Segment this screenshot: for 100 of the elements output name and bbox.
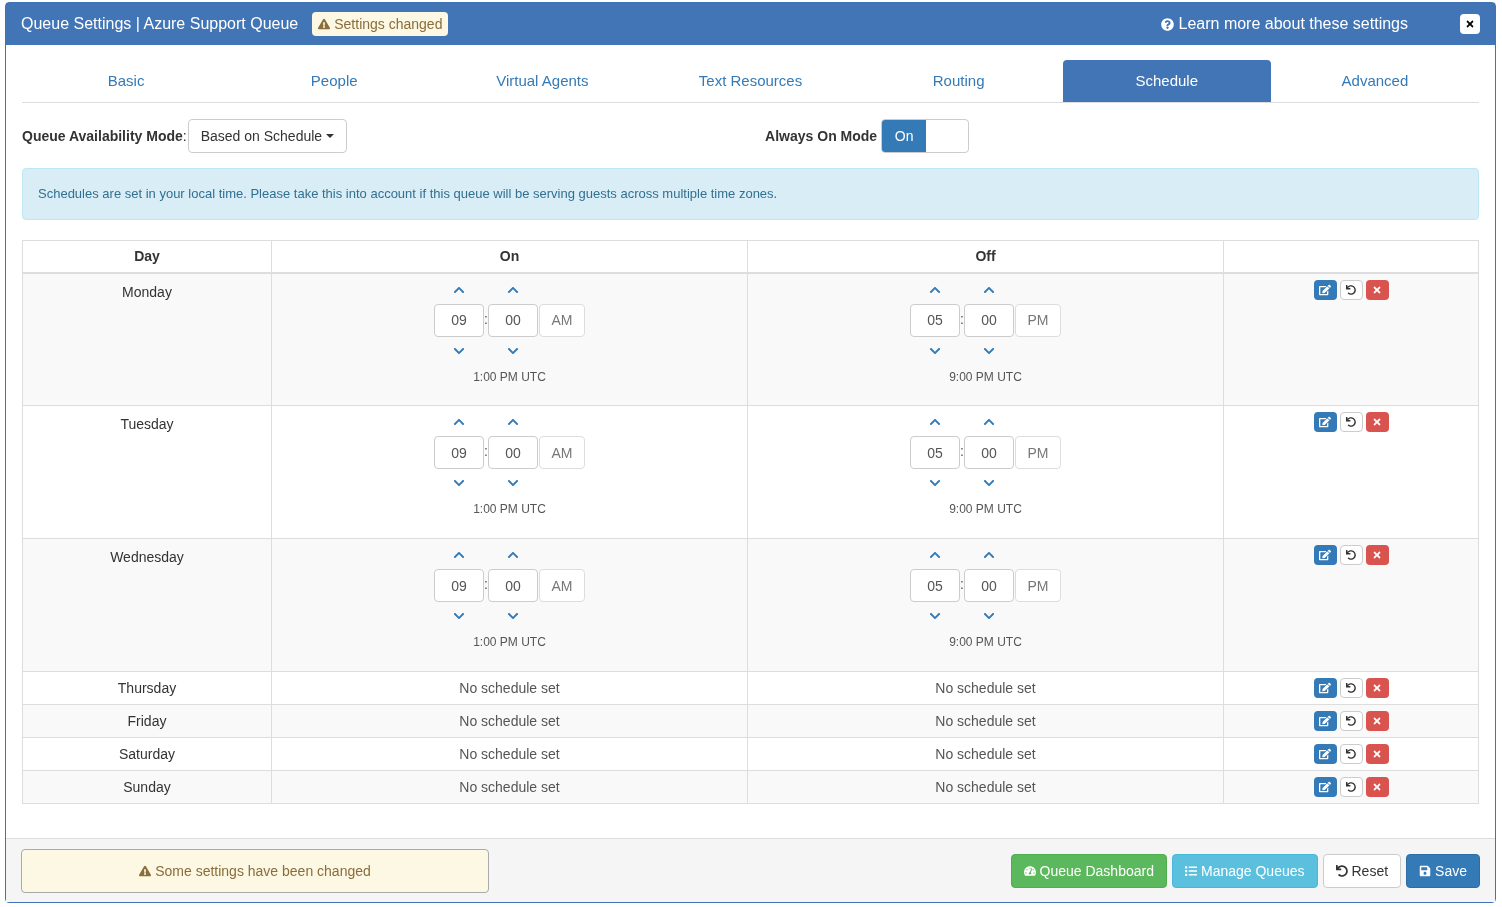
- save-button[interactable]: Save: [1406, 853, 1480, 888]
- edit-button[interactable]: [1313, 744, 1337, 764]
- reset-row-button[interactable]: [1339, 545, 1363, 565]
- chevron-down-icon: [507, 610, 519, 622]
- delete-button[interactable]: [1365, 678, 1389, 698]
- hour-field[interactable]: 09: [434, 436, 484, 469]
- reset-row-button[interactable]: [1339, 777, 1363, 797]
- period-toggle[interactable]: PM: [1015, 569, 1061, 602]
- always-on-label: Always On Mode: [765, 127, 878, 146]
- tab[interactable]: People: [230, 60, 439, 102]
- day-cell: Thursday: [22, 671, 272, 705]
- on-time-cell: No schedule set: [271, 671, 748, 705]
- column-header: On: [271, 240, 748, 273]
- utc-time: 1:00 PM UTC: [473, 368, 546, 385]
- off-time-cell: No schedule set: [747, 770, 1224, 804]
- day-cell: Monday: [22, 272, 272, 406]
- help-link[interactable]: Learn more about these settings: [1160, 12, 1408, 36]
- always-on-toggle[interactable]: On: [881, 119, 970, 153]
- close-icon: [1372, 284, 1382, 295]
- day-cell: Sunday: [22, 770, 272, 804]
- chevron-up-icon: [507, 416, 519, 428]
- reset-row-button[interactable]: [1339, 744, 1363, 764]
- tab[interactable]: Advanced: [1270, 60, 1479, 102]
- time-separator: :: [484, 310, 488, 327]
- off-time-cell: No schedule set: [747, 671, 1224, 705]
- delete-button[interactable]: [1365, 777, 1389, 797]
- period-toggle[interactable]: AM: [539, 303, 585, 337]
- edit-icon: [1319, 715, 1331, 727]
- tab[interactable]: Routing: [854, 60, 1063, 102]
- tab[interactable]: Virtual Agents: [438, 60, 647, 102]
- hour-field[interactable]: 05: [910, 436, 960, 469]
- chevron-up-icon: [929, 416, 941, 428]
- warning-text: Some settings have been changed: [155, 861, 371, 881]
- reset-row-button[interactable]: [1339, 678, 1363, 698]
- chevron-up-icon: [929, 549, 941, 561]
- undo-icon: [1346, 749, 1356, 759]
- chevron-down-icon: [983, 477, 995, 489]
- delete-button[interactable]: [1365, 279, 1389, 300]
- hour-field[interactable]: 09: [434, 303, 484, 337]
- availability-mode-label: Queue Availability Mode: [22, 127, 183, 146]
- period-toggle[interactable]: PM: [1015, 436, 1061, 469]
- off-time-cell: No schedule set: [747, 704, 1224, 738]
- edit-button[interactable]: [1313, 412, 1337, 432]
- reset-row-button[interactable]: [1339, 711, 1363, 731]
- minute-field[interactable]: 00: [964, 569, 1014, 602]
- edit-button[interactable]: [1313, 777, 1337, 797]
- close-icon: [1372, 417, 1382, 427]
- on-time-cell: No schedule set: [271, 704, 748, 738]
- time-separator: :: [960, 443, 964, 459]
- delete-button[interactable]: [1365, 412, 1389, 432]
- chevron-up-icon: [983, 416, 995, 428]
- delete-button[interactable]: [1365, 711, 1389, 731]
- period-toggle[interactable]: PM: [1015, 303, 1061, 337]
- on-time-cell: No schedule set: [271, 737, 748, 771]
- close-button[interactable]: [1460, 14, 1480, 34]
- chevron-down-icon: [983, 610, 995, 622]
- reset-row-button[interactable]: [1339, 279, 1363, 300]
- undo-icon: [1346, 284, 1356, 295]
- edit-icon: [1319, 549, 1331, 561]
- hour-field[interactable]: 05: [910, 569, 960, 602]
- utc-time: 1:00 PM UTC: [473, 634, 546, 650]
- chevron-down-icon: [453, 477, 465, 489]
- off-time-cell: No schedule set: [747, 737, 1224, 771]
- time-separator: :: [484, 443, 488, 459]
- tab[interactable]: Schedule: [1062, 60, 1271, 102]
- time-separator: :: [484, 576, 488, 592]
- day-cell: Tuesday: [22, 405, 272, 539]
- hour-field[interactable]: 09: [434, 569, 484, 602]
- minute-field[interactable]: 00: [488, 569, 538, 602]
- tab[interactable]: Text Resources: [646, 60, 855, 102]
- availability-mode-dropdown[interactable]: Based on Schedule: [187, 119, 348, 153]
- minute-field[interactable]: 00: [488, 303, 538, 337]
- period-toggle[interactable]: AM: [539, 436, 585, 469]
- reset-button[interactable]: Reset: [1322, 853, 1402, 888]
- tab[interactable]: Basic: [22, 60, 231, 102]
- warning-icon: [318, 18, 331, 30]
- reset-row-button[interactable]: [1339, 412, 1363, 432]
- delete-button[interactable]: [1365, 744, 1389, 764]
- delete-button[interactable]: [1365, 545, 1389, 565]
- queue-dashboard-button[interactable]: Queue Dashboard: [1010, 853, 1167, 888]
- edit-button[interactable]: [1313, 678, 1337, 698]
- minute-field[interactable]: 00: [964, 303, 1014, 337]
- utc-time: 9:00 PM UTC: [949, 368, 1022, 385]
- period-toggle[interactable]: AM: [539, 569, 585, 602]
- warning-icon: [139, 864, 152, 877]
- edit-button[interactable]: [1313, 711, 1337, 731]
- day-cell: Wednesday: [22, 538, 272, 672]
- minute-field[interactable]: 00: [964, 436, 1014, 469]
- close-icon: [1372, 683, 1382, 693]
- minute-field[interactable]: 00: [488, 436, 538, 469]
- edit-button[interactable]: [1313, 279, 1337, 300]
- hour-field[interactable]: 05: [910, 303, 960, 337]
- help-icon: [1160, 17, 1174, 31]
- close-icon: [1372, 782, 1382, 792]
- chevron-down-icon: [929, 477, 941, 489]
- undo-icon: [1346, 417, 1356, 427]
- edit-button[interactable]: [1313, 545, 1337, 565]
- close-icon: [1372, 550, 1382, 560]
- undo-icon: [1346, 716, 1356, 726]
- settings-changed-badge: Settings changed: [312, 12, 449, 36]
